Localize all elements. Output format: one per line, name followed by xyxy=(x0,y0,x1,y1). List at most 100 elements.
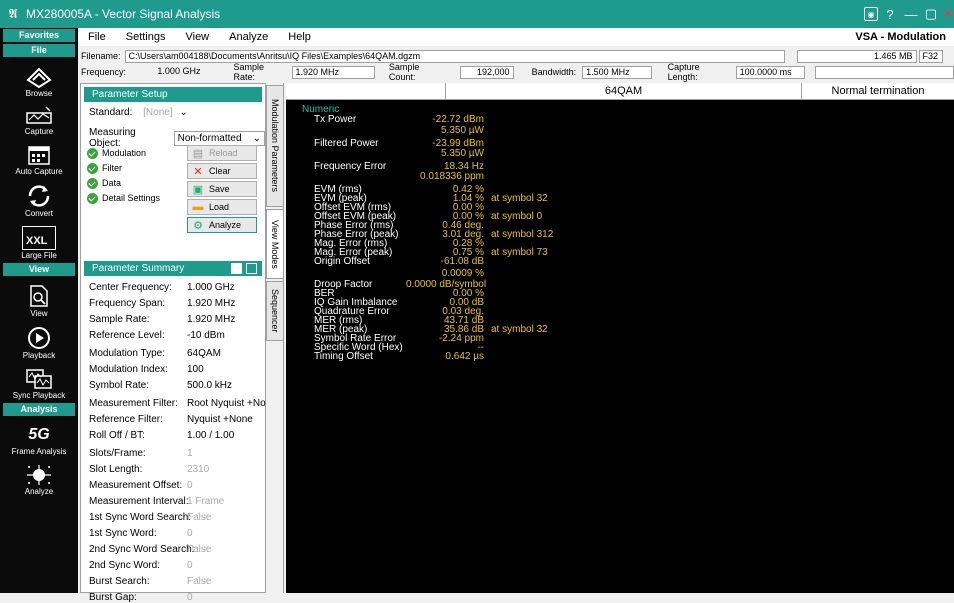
sidebar-header-analysis[interactable]: Analysis xyxy=(3,403,75,416)
window-icon[interactable] xyxy=(246,263,257,274)
vertical-tabs: Modulation Parameters View Modes Sequenc… xyxy=(266,83,284,593)
analyze-button[interactable]: ⚙ Analyze xyxy=(187,217,257,233)
parameter-setup-header: Parameter Setup xyxy=(84,87,262,102)
summary-value: 500.0 kHz xyxy=(187,380,233,391)
result-label: Tx Power xyxy=(314,114,357,125)
bandwidth-value: 1.500 MHz xyxy=(582,65,652,79)
result-label: Frequency Error xyxy=(314,161,387,172)
sidebar-item-label: Large File xyxy=(21,251,57,260)
summary-key: Slots/Frame: xyxy=(89,448,146,459)
clear-button[interactable]: ✕ Clear xyxy=(187,163,257,179)
sync-playback-icon xyxy=(26,369,52,389)
sidebar-header-view[interactable]: View xyxy=(3,263,75,276)
measuring-object-select[interactable]: Non-formatted ⌄ xyxy=(173,130,265,146)
sidebar-item-auto-capture[interactable]: Auto Capture xyxy=(0,144,78,176)
folder-icon: ▬ xyxy=(192,201,204,213)
document-icon[interactable] xyxy=(231,263,242,274)
menu-view[interactable]: View xyxy=(175,31,219,43)
sample-rate-value: 1.920 MHz xyxy=(291,65,375,79)
check-icon xyxy=(87,148,98,160)
summary-value: 0 xyxy=(187,560,193,571)
sidebar-item-large-file[interactable]: XXL Large File xyxy=(0,226,78,260)
chevron-down-icon[interactable]: ⌄ xyxy=(179,107,187,118)
check-filter[interactable]: Filter xyxy=(87,161,160,175)
save-button[interactable]: ▣ Save xyxy=(187,181,257,197)
convert-icon xyxy=(28,185,50,207)
standard-label: Standard: xyxy=(89,107,133,118)
summary-key: Measurement Filter: xyxy=(89,398,178,409)
view-icon xyxy=(30,285,48,307)
standard-select[interactable]: [None] xyxy=(143,107,172,118)
filename-field[interactable]: C:\Users\am004188\Documents\Anritsu\IQ F… xyxy=(124,49,785,63)
result-value: 0.0009 % xyxy=(441,268,484,279)
result-value: 0.642 µs xyxy=(445,351,484,362)
reload-icon: ▤ xyxy=(192,147,204,160)
sidebar-item-capture[interactable]: Capture xyxy=(0,106,78,136)
summary-value: 0 xyxy=(187,592,193,603)
capture-length-label: Capture Length: xyxy=(667,62,700,82)
close-icon[interactable]: ✕ xyxy=(942,0,954,28)
reload-button[interactable]: ▤ Reload xyxy=(187,145,257,161)
result-extra: at symbol 73 xyxy=(491,247,548,258)
chevron-down-icon: ⌄ xyxy=(252,132,261,144)
summary-key: Frequency Span: xyxy=(89,298,166,309)
frequency-label: Frequency: xyxy=(81,67,127,77)
summary-key: Reference Filter: xyxy=(89,414,163,425)
check-modulation[interactable]: Modulation xyxy=(87,146,160,160)
summary-value: 1 Frame xyxy=(187,496,225,507)
summary-value: False xyxy=(187,544,212,555)
sidebar-item-label: Playback xyxy=(22,351,56,360)
menu-analyze[interactable]: Analyze xyxy=(219,31,278,43)
menu-file[interactable]: File xyxy=(78,31,116,43)
sidebar-item-playback[interactable]: Playback xyxy=(0,326,78,360)
summary-value: False xyxy=(187,576,212,587)
sidebar-item-view[interactable]: View xyxy=(0,284,78,318)
results-header-blank xyxy=(286,83,446,100)
minimize-icon[interactable]: — xyxy=(903,0,919,28)
title-bar: 𝕬 MX280005A - Vector Signal Analysis ◉ ?… xyxy=(0,0,954,28)
result-label: Filtered Power xyxy=(314,138,379,149)
parameter-panel: Parameter Setup Standard: [None] ⌄ Measu… xyxy=(80,83,277,603)
summary-value: 1.000 GHz xyxy=(187,282,235,293)
parameter-summary-header: Parameter Summary xyxy=(84,261,262,276)
check-data[interactable]: Data xyxy=(87,176,160,190)
tab-view-modes[interactable]: View Modes xyxy=(266,209,284,279)
tab-modulation-parameters[interactable]: Modulation Parameters xyxy=(266,85,284,207)
sidebar-item-analyze[interactable]: Analyze xyxy=(0,464,78,496)
sidebar-item-convert[interactable]: Convert xyxy=(0,184,78,218)
standard-row: Standard: [None] ⌄ xyxy=(89,107,188,118)
menu-settings[interactable]: Settings xyxy=(116,31,176,43)
load-button[interactable]: ▬ Load xyxy=(187,199,257,215)
sidebar-item-frame-analysis[interactable]: 5G Frame Analysis xyxy=(0,424,78,456)
result-value: -22.72 dBm xyxy=(432,114,484,125)
check-detail-settings[interactable]: Detail Settings xyxy=(87,191,160,205)
camera-icon[interactable]: ◉ xyxy=(864,7,878,21)
analyze-label: Analyze xyxy=(209,220,242,230)
analyze-icon: ⚙ xyxy=(193,219,203,232)
tab-sequencer[interactable]: Sequencer xyxy=(266,281,284,341)
sidebar-item-label: Frame Analysis xyxy=(11,447,67,456)
check-label: Filter xyxy=(102,163,122,173)
sidebar-header-file[interactable]: File xyxy=(3,44,75,57)
summary-value: 0 xyxy=(187,480,193,491)
sidebar-header-favorites[interactable]: Favorites xyxy=(3,29,75,42)
menu-bar: File Settings View Analyze Help VSA - Mo… xyxy=(78,28,954,46)
result-value: 0.018336 ppm xyxy=(420,171,484,182)
result-label: Origin Offset xyxy=(314,256,370,267)
sidebar-item-browse[interactable]: Browse xyxy=(0,66,78,98)
result-extra: at symbol 0 xyxy=(491,211,543,222)
sidebar-item-sync-playback[interactable]: Sync Playback xyxy=(0,368,78,400)
summary-value: 1.920 MHz xyxy=(187,314,236,325)
check-icon xyxy=(87,163,98,175)
summary-value: Root Nyquist +None xyxy=(187,398,277,409)
help-icon[interactable]: ? xyxy=(883,0,897,28)
summary-value: 64QAM xyxy=(187,348,221,359)
calendar-icon xyxy=(28,146,50,165)
result-label: Timing Offset xyxy=(314,351,373,362)
summary-key: 1st Sync Word Search: xyxy=(89,512,192,523)
menu-help[interactable]: Help xyxy=(278,31,321,43)
sidebar-item-label: Sync Playback xyxy=(12,391,66,400)
sample-rate-label: Sample Rate: xyxy=(233,62,264,82)
maximize-icon[interactable]: ▢ xyxy=(924,0,938,28)
5g-icon: 5G xyxy=(0,424,78,446)
